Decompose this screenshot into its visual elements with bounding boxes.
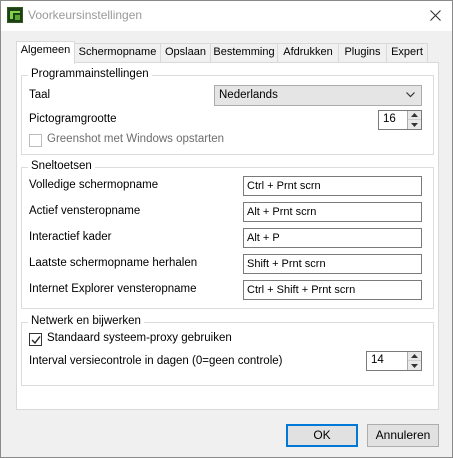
close-icon <box>429 10 441 21</box>
chevron-down-icon <box>411 122 418 127</box>
greenshot-icon <box>7 7 23 23</box>
hotkey-label-ie: Internet Explorer vensteropname <box>29 283 197 295</box>
icon-size-value: 16 <box>383 113 396 125</box>
stepper-buttons <box>407 111 421 129</box>
chevron-up-icon <box>411 354 418 358</box>
tab-afdrukken[interactable]: Afdrukken <box>277 43 339 62</box>
hotkey-field-last-region[interactable]: Shift + Prnt scrn <box>243 254 422 274</box>
language-label: Taal <box>29 89 51 101</box>
hotkey-label-region: Interactief kader <box>29 231 112 243</box>
hotkey-field-active-window[interactable]: Alt + Prnt scrn <box>243 202 422 222</box>
autostart-checkbox[interactable] <box>29 134 42 147</box>
stepper-buttons <box>407 352 421 370</box>
window-title: Voorkeursinstellingen <box>28 8 143 22</box>
group-title-network: Netwerk en bijwerken <box>28 315 144 327</box>
title-bar: Voorkeursinstellingen <box>1 1 452 31</box>
preferences-window: Voorkeursinstellingen Algemeen Schermopn… <box>0 0 453 458</box>
cancel-button[interactable]: Annuleren <box>367 424 439 447</box>
stepper-up-button[interactable] <box>408 111 421 120</box>
hotkey-field-fullscreen[interactable]: Ctrl + Prnt scrn <box>243 176 422 196</box>
proxy-checkbox[interactable] <box>29 333 42 346</box>
tab-opslaan[interactable]: Opslaan <box>160 43 211 62</box>
hotkey-label-fullscreen: Volledige schermopname <box>29 179 159 191</box>
chevron-up-icon <box>411 113 418 117</box>
chevron-down-icon <box>411 363 418 368</box>
ok-button[interactable]: OK <box>286 424 358 447</box>
tab-panel-algemeen: Programmainstellingen Taal Nederlands Pi… <box>16 62 439 410</box>
tab-expert[interactable]: Expert <box>386 43 428 62</box>
group-title-program-settings: Programmainstellingen <box>28 68 152 80</box>
group-title-hotkeys: Sneltoetsen <box>28 160 95 172</box>
tab-schermopname[interactable]: Schermopname <box>74 43 161 62</box>
tab-algemeen[interactable]: Algemeen <box>16 41 75 64</box>
interval-value: 14 <box>371 354 384 366</box>
tab-plugins[interactable]: Plugins <box>338 43 387 62</box>
hotkey-label-active-window: Actief vensteropname <box>29 205 141 217</box>
stepper-up-button[interactable] <box>408 352 421 361</box>
stepper-down-button[interactable] <box>408 120 421 129</box>
close-button[interactable] <box>418 1 452 30</box>
proxy-label: Standaard systeem-proxy gebruiken <box>47 332 232 344</box>
stepper-down-button[interactable] <box>408 361 421 370</box>
autostart-label: Greenshot met Windows opstarten <box>47 133 225 145</box>
language-dropdown[interactable]: Nederlands <box>214 85 422 106</box>
interval-label: Interval versiecontrole in dagen (0=geen… <box>29 355 283 367</box>
checkmark-icon <box>31 336 41 345</box>
interval-stepper[interactable]: 14 <box>366 351 422 371</box>
language-value: Nederlands <box>219 89 278 101</box>
icon-size-stepper[interactable]: 16 <box>378 110 422 130</box>
hotkey-field-ie[interactable]: Ctrl + Shift + Prnt scrn <box>243 280 422 300</box>
hotkey-label-last-region: Laatste schermopname herhalen <box>29 257 198 269</box>
tab-bestemming[interactable]: Bestemming <box>210 43 278 62</box>
chevron-down-icon <box>406 92 415 98</box>
icon-size-label: Pictogramgrootte <box>29 113 117 125</box>
hotkey-field-region[interactable]: Alt + P <box>243 228 422 248</box>
